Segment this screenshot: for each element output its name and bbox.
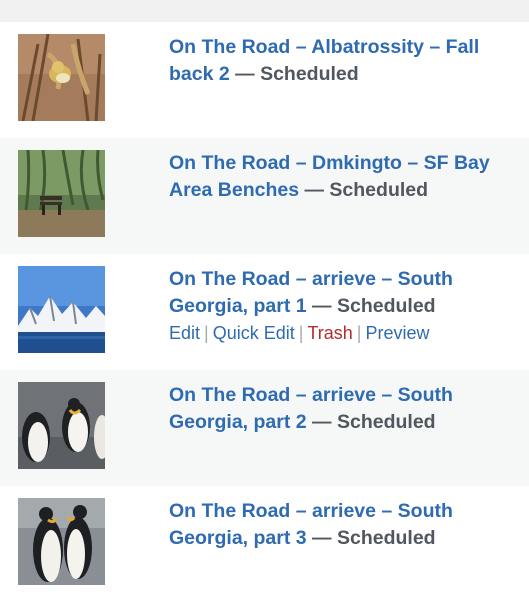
- post-status-separator: —: [304, 179, 325, 201]
- post-title: On The Road – Dmkingto – SF Bay Area Ben…: [169, 150, 514, 204]
- mountains-thumbnail-image: [18, 266, 105, 353]
- list-item: On The Road – Dmkingto – SF Bay Area Ben…: [0, 138, 529, 254]
- row-actions: Edit | Quick Edit | Trash | Preview: [169, 322, 430, 344]
- post-title: On The Road – Albatrossity – Fall back 2…: [169, 34, 514, 88]
- post-thumbnail[interactable]: [18, 498, 105, 585]
- trash-link[interactable]: Trash: [307, 323, 352, 343]
- edit-link[interactable]: Edit: [169, 323, 200, 343]
- list-item: On The Road – arrieve – South Georgia, p…: [0, 370, 529, 486]
- posts-list: On The Road – Albatrossity – Fall back 2…: [0, 0, 529, 602]
- action-divider: |: [356, 323, 362, 343]
- bird-thumbnail-image: [18, 34, 105, 121]
- post-status: Scheduled: [260, 63, 359, 85]
- post-status-separator: —: [312, 527, 332, 549]
- action-divider: |: [204, 323, 209, 343]
- list-item: On The Road – arrieve – South Georgia, p…: [0, 486, 529, 602]
- list-item: On The Road – Albatrossity – Fall back 2…: [0, 22, 529, 138]
- post-title: On The Road – arrieve – South Georgia, p…: [169, 498, 514, 552]
- post-status: Scheduled: [329, 179, 429, 201]
- post-status-separator: —: [312, 295, 332, 317]
- post-status-separator: —: [312, 411, 332, 433]
- list-item: On The Road – arrieve – South Georgia, p…: [0, 254, 529, 370]
- post-thumbnail[interactable]: [18, 382, 105, 469]
- quick-edit-link[interactable]: Quick Edit: [213, 323, 295, 343]
- post-title: On The Road – arrieve – South Georgia, p…: [169, 266, 514, 320]
- bench-thumbnail-image: [18, 150, 105, 237]
- post-status-separator: —: [235, 63, 255, 85]
- post-status: Scheduled: [336, 295, 436, 317]
- post-thumbnail[interactable]: [18, 150, 105, 237]
- penguin-pair-thumbnail-image: [18, 498, 105, 585]
- penguins-thumbnail-image: [18, 382, 105, 469]
- post-status: Scheduled: [336, 527, 436, 549]
- post-status: Scheduled: [336, 411, 436, 433]
- post-thumbnail[interactable]: [18, 266, 105, 353]
- post-thumbnail[interactable]: [18, 34, 105, 121]
- post-title: On The Road – arrieve – South Georgia, p…: [169, 382, 514, 436]
- action-divider: |: [298, 323, 304, 343]
- preview-link[interactable]: Preview: [365, 323, 429, 343]
